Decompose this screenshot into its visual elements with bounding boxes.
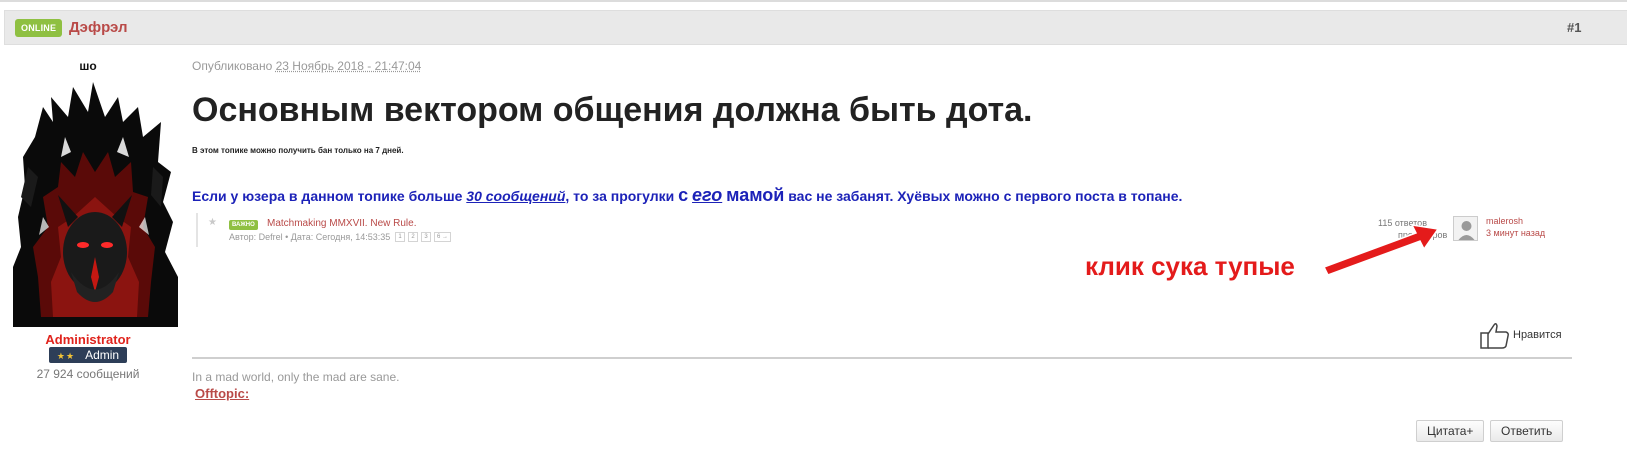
last-poster-avatar[interactable]: [1453, 216, 1478, 241]
rank-badge: ★★ Admin: [49, 347, 127, 363]
ban-note: В этом топике можно получить бан только …: [192, 146, 404, 155]
important-badge: ВАЖНО: [229, 220, 258, 230]
post-content: Опубликовано 23 Ноябрь 2018 - 21:47:04 О…: [192, 55, 1572, 455]
page-link-last[interactable]: 6 →: [434, 232, 452, 242]
reply-button[interactable]: Ответить: [1490, 420, 1564, 442]
top-border-line: [0, 0, 1627, 2]
page-link[interactable]: 3: [421, 232, 431, 242]
topic-pagination: 1 2 3 6 →: [395, 232, 452, 242]
annotation-text: клик сука тупые: [1085, 251, 1295, 281]
rule-ego: его: [692, 185, 723, 205]
rank-label: Admin: [85, 348, 120, 362]
quote-button[interactable]: Цитата+: [1416, 420, 1485, 442]
avatar-demon-image: [13, 82, 178, 327]
rule-part2: , то за прогулки: [565, 188, 679, 204]
signature-text: In a mad world, only the mad are sane.: [192, 370, 400, 384]
page-link[interactable]: 2: [408, 232, 418, 242]
published-date: Опубликовано 23 Ноябрь 2018 - 21:47:04: [192, 59, 421, 73]
published-prefix: Опубликовано: [192, 59, 273, 73]
topic-title-link[interactable]: Matchmaking MMXVII. New Rule.: [267, 218, 417, 229]
thumbs-up-icon: [1480, 322, 1509, 349]
post-header: ONLINE Дэфрэл #1: [4, 10, 1627, 45]
online-badge: ONLINE: [15, 19, 63, 37]
rule-text: Если у юзера в данном топике больше 30 с…: [192, 185, 1182, 206]
page-link[interactable]: 1: [395, 232, 405, 242]
avatar[interactable]: [13, 77, 178, 327]
last-poster-link[interactable]: malerosh: [1486, 216, 1523, 226]
user-role-title: Administrator: [45, 332, 131, 347]
author-name-link[interactable]: Дэфрэл: [69, 18, 128, 38]
rule-part3: вас не забанят. Хуёвых можно с первого п…: [784, 188, 1183, 204]
annotation-arrow-icon: [1322, 224, 1440, 276]
last-post-time-link[interactable]: 3 минут назад: [1486, 228, 1545, 238]
topic-meta: Автор: Defrel • Дата: Сегодня, 14:53:35: [229, 232, 391, 242]
star-icon[interactable]: ★: [208, 217, 217, 228]
avatar-title: шо: [79, 59, 97, 73]
user-silhouette-icon: [1458, 221, 1475, 240]
rule-part1: Если у юзера в данном топике больше: [192, 188, 467, 204]
author-sidebar: шо Administrator ★★ Admin 27 924 сообщени…: [0, 55, 180, 385]
rank-stars-icon: ★★: [56, 351, 76, 361]
rule-mamoy: мамой: [726, 185, 785, 205]
post-number-link[interactable]: #1: [1567, 19, 1581, 37]
offtopic-link[interactable]: Offtopic:: [195, 386, 249, 401]
post-count: 27 924 сообщений: [36, 367, 140, 381]
like-button[interactable]: Нравится: [1480, 321, 1562, 349]
published-date-value: 23 Ноябрь 2018 - 21:47:04: [275, 59, 422, 73]
signature-divider: [192, 357, 1572, 359]
rule-s: с: [678, 185, 689, 205]
post-title: Основным вектором общения должна быть до…: [192, 91, 1033, 129]
like-label: Нравится: [1513, 329, 1562, 341]
rule-count: 30 сообщений: [466, 188, 566, 204]
